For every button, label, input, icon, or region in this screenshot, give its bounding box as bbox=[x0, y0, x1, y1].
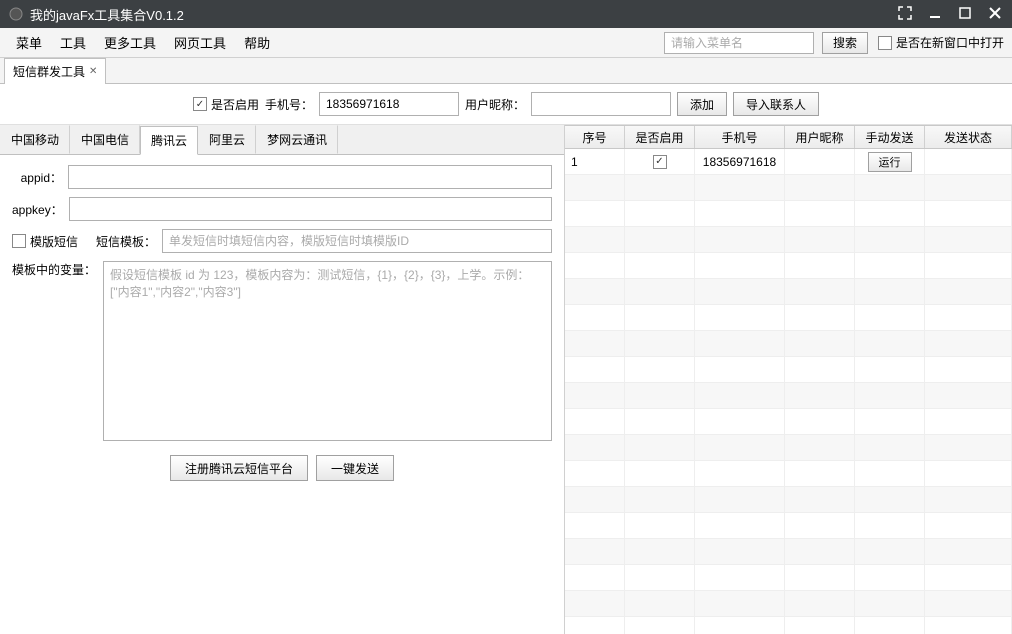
table-row[interactable] bbox=[565, 539, 1012, 565]
fullscreen-icon[interactable] bbox=[896, 6, 914, 23]
provider-tabs: 中国移动 中国电信 腾讯云 阿里云 梦网云通讯 bbox=[0, 125, 564, 155]
open-new-window-label: 是否在新窗口中打开 bbox=[896, 34, 1004, 51]
nick-label: 用户昵称： bbox=[465, 96, 525, 113]
table-row[interactable] bbox=[565, 461, 1012, 487]
minimize-icon[interactable] bbox=[926, 6, 944, 23]
contact-entry-row: 是否启用 手机号： 用户昵称： 添加 导入联系人 bbox=[0, 84, 1012, 125]
table-row[interactable] bbox=[565, 383, 1012, 409]
tabstrip: 短信群发工具 ✕ bbox=[0, 58, 1012, 84]
table-header: 序号 是否启用 手机号 用户昵称 手动发送 发送状态 bbox=[565, 125, 1012, 149]
vars-label: 模板中的变量： bbox=[12, 261, 97, 278]
provider-tab-tencent[interactable]: 腾讯云 bbox=[140, 126, 198, 155]
appkey-input[interactable] bbox=[69, 197, 552, 221]
appid-input[interactable] bbox=[68, 165, 552, 189]
table-row[interactable] bbox=[565, 435, 1012, 461]
enable-label: 是否启用 bbox=[211, 96, 259, 113]
table-row[interactable] bbox=[565, 617, 1012, 634]
tab-close-icon[interactable]: ✕ bbox=[89, 66, 97, 77]
table-row[interactable] bbox=[565, 201, 1012, 227]
open-new-window-check[interactable]: 是否在新窗口中打开 bbox=[878, 34, 1004, 51]
table-row[interactable] bbox=[565, 331, 1012, 357]
nick-input[interactable] bbox=[531, 92, 671, 116]
table-row[interactable] bbox=[565, 305, 1012, 331]
cell-manual: 运行 bbox=[855, 149, 925, 174]
window-title: 我的javaFx工具集合V0.1.2 bbox=[30, 5, 896, 24]
menu-search-button[interactable]: 搜索 bbox=[822, 32, 868, 54]
table-row[interactable] bbox=[565, 487, 1012, 513]
provider-tab-aliyun[interactable]: 阿里云 bbox=[198, 125, 256, 154]
th-enable[interactable]: 是否启用 bbox=[625, 126, 695, 148]
menu-help[interactable]: 帮助 bbox=[236, 29, 278, 56]
enable-check[interactable]: 是否启用 bbox=[193, 96, 259, 113]
table-row[interactable] bbox=[565, 565, 1012, 591]
provider-tab-mengwang[interactable]: 梦网云通讯 bbox=[256, 125, 338, 154]
send-all-button[interactable]: 一键发送 bbox=[316, 455, 394, 481]
register-tencent-button[interactable]: 注册腾讯云短信平台 bbox=[170, 455, 308, 481]
table-row[interactable] bbox=[565, 357, 1012, 383]
th-seq[interactable]: 序号 bbox=[565, 126, 625, 148]
provider-tab-cmcc[interactable]: 中国移动 bbox=[0, 125, 70, 154]
table-body: 1 18356971618 运行 bbox=[565, 149, 1012, 634]
right-pane: 序号 是否启用 手机号 用户昵称 手动发送 发送状态 1 18356971618 运… bbox=[565, 125, 1012, 634]
row-enable-checkbox[interactable] bbox=[653, 155, 667, 169]
maximize-icon[interactable] bbox=[956, 6, 974, 23]
vars-textarea[interactable] bbox=[103, 261, 552, 441]
table-row[interactable] bbox=[565, 591, 1012, 617]
table-row[interactable] bbox=[565, 513, 1012, 539]
menu-main[interactable]: 菜单 bbox=[8, 29, 50, 56]
th-manual[interactable]: 手动发送 bbox=[855, 126, 925, 148]
template-sms-check[interactable]: 模版短信 bbox=[12, 233, 78, 250]
table-row[interactable] bbox=[565, 227, 1012, 253]
cell-phone: 18356971618 bbox=[695, 149, 785, 174]
app-icon bbox=[8, 6, 24, 22]
menu-search-input[interactable] bbox=[664, 32, 814, 54]
sms-template-input[interactable] bbox=[162, 229, 552, 253]
appid-label: appid： bbox=[12, 169, 62, 186]
phone-label: 手机号： bbox=[265, 96, 313, 113]
menu-web-tools[interactable]: 网页工具 bbox=[166, 29, 234, 56]
cell-status bbox=[925, 149, 1012, 174]
appkey-label: appkey： bbox=[12, 201, 63, 218]
cell-seq: 1 bbox=[565, 149, 625, 174]
th-phone[interactable]: 手机号 bbox=[695, 126, 785, 148]
sms-template-label: 短信模板： bbox=[96, 233, 156, 250]
titlebar: 我的javaFx工具集合V0.1.2 bbox=[0, 0, 1012, 28]
table-row[interactable] bbox=[565, 279, 1012, 305]
add-button[interactable]: 添加 bbox=[677, 92, 727, 116]
import-contacts-button[interactable]: 导入联系人 bbox=[733, 92, 819, 116]
template-sms-checkbox[interactable] bbox=[12, 234, 26, 248]
open-new-window-checkbox[interactable] bbox=[878, 36, 892, 50]
table-row[interactable]: 1 18356971618 运行 bbox=[565, 149, 1012, 175]
table-row[interactable] bbox=[565, 409, 1012, 435]
contacts-table: 序号 是否启用 手机号 用户昵称 手动发送 发送状态 1 18356971618 运… bbox=[565, 125, 1012, 634]
phone-input[interactable] bbox=[319, 92, 459, 116]
menu-more-tools[interactable]: 更多工具 bbox=[96, 29, 164, 56]
tab-label: 短信群发工具 bbox=[13, 63, 85, 80]
left-pane: 中国移动 中国电信 腾讯云 阿里云 梦网云通讯 appid： appkey： bbox=[0, 125, 565, 634]
cell-nick bbox=[785, 149, 855, 174]
enable-checkbox[interactable] bbox=[193, 97, 207, 111]
tab-sms-tool[interactable]: 短信群发工具 ✕ bbox=[4, 58, 106, 84]
run-button[interactable]: 运行 bbox=[868, 152, 912, 172]
table-row[interactable] bbox=[565, 175, 1012, 201]
close-icon[interactable] bbox=[986, 6, 1004, 23]
template-sms-label: 模版短信 bbox=[30, 233, 78, 250]
th-status[interactable]: 发送状态 bbox=[925, 126, 1012, 148]
cell-enable[interactable] bbox=[625, 149, 695, 174]
menu-tools[interactable]: 工具 bbox=[52, 29, 94, 56]
menubar: 菜单 工具 更多工具 网页工具 帮助 搜索 是否在新窗口中打开 bbox=[0, 28, 1012, 58]
table-row[interactable] bbox=[565, 253, 1012, 279]
th-nick[interactable]: 用户昵称 bbox=[785, 126, 855, 148]
provider-tab-ctcc[interactable]: 中国电信 bbox=[70, 125, 140, 154]
